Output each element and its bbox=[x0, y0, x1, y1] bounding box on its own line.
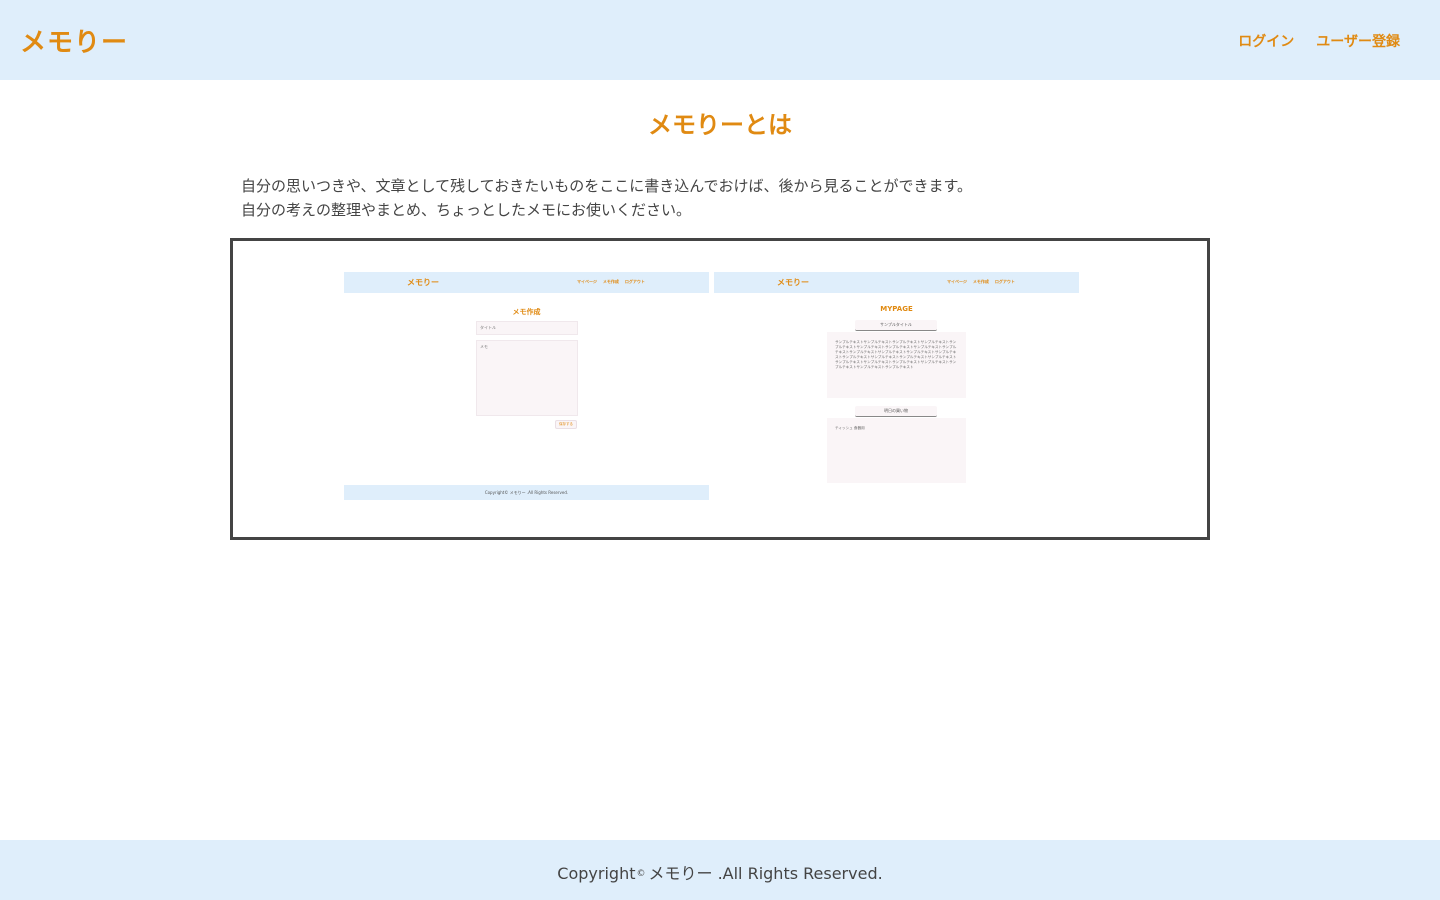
preview-submit-button: 保存する bbox=[555, 420, 577, 429]
description-line-2: 自分の考えの整理やまとめ、ちょっとしたメモにお使いください。 bbox=[241, 201, 692, 219]
preview-header: メモりー マイページ メモ作成 ログアウト bbox=[344, 272, 709, 293]
preview-card-title: サンプルタイトル bbox=[855, 320, 937, 331]
preview-logo: メモりー bbox=[777, 278, 809, 287]
preview-nav-item: メモ作成 bbox=[972, 279, 989, 284]
preview-card-body: ティッシュ 食器用 bbox=[827, 418, 966, 483]
preview-header: メモりー マイページ メモ作成 ログアウト bbox=[714, 272, 1079, 293]
register-link[interactable]: ユーザー登録 bbox=[1316, 31, 1400, 51]
preview-title-field: タイトル bbox=[476, 321, 578, 335]
page-title: メモりーとは bbox=[648, 111, 792, 139]
screenshot-preview: メモりー マイページ メモ作成 ログアウト メモ作成 タイトル メモ 保存する … bbox=[230, 238, 1210, 540]
copyright-prefix: Copyright bbox=[557, 864, 636, 883]
preview-title: MYPAGE bbox=[880, 305, 913, 313]
copyright-text: メモりー .All Rights Reserved. bbox=[648, 864, 883, 883]
site-header: メモりー ログイン ユーザー登録 bbox=[0, 0, 1440, 80]
preview-card-title: 明日の買い物 bbox=[855, 406, 937, 417]
site-logo[interactable]: メモりー bbox=[20, 22, 128, 59]
preview-logo: メモりー bbox=[407, 278, 439, 287]
copyright-mark: © bbox=[636, 869, 646, 879]
preview-title: メモ作成 bbox=[512, 308, 541, 316]
preview-nav: マイページ メモ作成 ログアウト bbox=[947, 279, 1015, 285]
preview-nav-item: メモ作成 bbox=[602, 279, 619, 284]
site-footer: Copyright© メモりー .All Rights Reserved. bbox=[0, 840, 1440, 900]
preview-create-memo: メモりー マイページ メモ作成 ログアウト メモ作成 タイトル メモ 保存する … bbox=[344, 272, 709, 502]
preview-card-body: サンプルテキストサンプルテキストサンプルテキストサンプルテキストサンプルテキスト… bbox=[827, 332, 966, 398]
preview-nav: マイページ メモ作成 ログアウト bbox=[577, 279, 645, 285]
preview-nav-item: ログアウト bbox=[624, 279, 645, 284]
description: 自分の思いつきや、文章として残しておきたいものをここに書き込んでおけば、後から見… bbox=[241, 174, 1221, 222]
preview-field-placeholder: タイトル bbox=[480, 325, 496, 330]
preview-nav-item: ログアウト bbox=[994, 279, 1015, 284]
copyright: Copyright© メモりー .All Rights Reserved. bbox=[557, 860, 882, 884]
login-link[interactable]: ログイン bbox=[1238, 31, 1294, 51]
preview-nav-item: マイページ bbox=[947, 279, 967, 284]
preview-footer: Copyright© メモりー .All Rights Reserved. bbox=[344, 485, 709, 500]
preview-field-placeholder: メモ bbox=[480, 344, 488, 349]
header-nav: ログイン ユーザー登録 bbox=[1238, 31, 1400, 51]
preview-mypage: メモりー マイページ メモ作成 ログアウト MYPAGE サンプルタイトル サン… bbox=[714, 272, 1079, 502]
preview-nav-item: マイページ bbox=[577, 279, 597, 284]
description-line-1: 自分の思いつきや、文章として残しておきたいものをここに書き込んでおけば、後から見… bbox=[241, 177, 972, 195]
preview-memo-field: メモ bbox=[476, 340, 578, 416]
